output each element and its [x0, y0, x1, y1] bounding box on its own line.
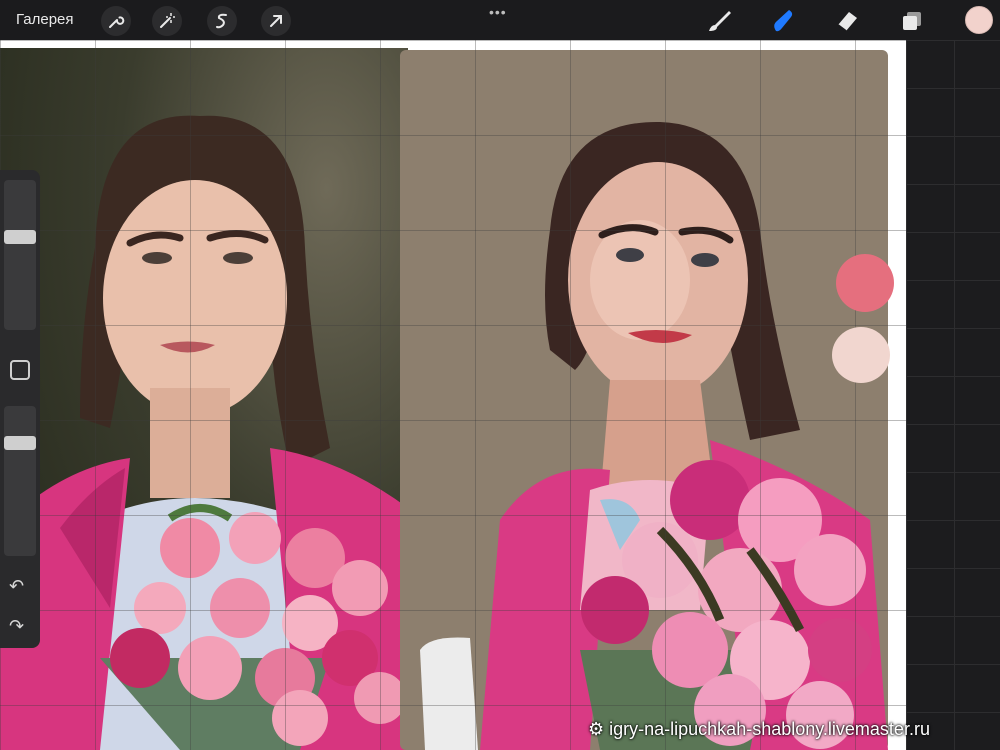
opacity-slider[interactable]	[4, 406, 36, 556]
gallery-button[interactable]: Галерея	[16, 11, 74, 28]
brush-size-thumb[interactable]	[4, 230, 36, 245]
top-toolbar: Галерея •••	[0, 0, 1000, 40]
canvas-margin	[906, 40, 1000, 750]
color-swatch-light-pink	[832, 327, 890, 383]
reference-photo	[0, 48, 408, 750]
magic-wand-icon[interactable]	[152, 6, 182, 36]
drawing-canvas[interactable]	[0, 40, 906, 750]
eraser-icon[interactable]	[831, 5, 863, 37]
painting-canvas	[400, 50, 888, 750]
left-sidebar: ↶ ↷	[0, 170, 40, 648]
current-color-swatch[interactable]	[965, 6, 993, 34]
opacity-thumb[interactable]	[4, 435, 36, 450]
layers-icon[interactable]	[896, 5, 928, 37]
modify-button[interactable]	[10, 360, 30, 380]
brush-icon[interactable]	[703, 5, 735, 37]
selection-icon[interactable]	[207, 6, 237, 36]
wrench-icon[interactable]	[101, 6, 131, 36]
undo-icon[interactable]: ↶	[9, 576, 24, 597]
watermark-gear-icon: ⚙	[588, 719, 610, 739]
redo-icon[interactable]: ↷	[9, 616, 24, 637]
brush-size-slider[interactable]	[4, 180, 36, 330]
watermark-text: ⚙ igry-na-lipuchkah-shablony.livemaster.…	[588, 719, 930, 739]
smudge-icon[interactable]	[767, 5, 799, 37]
transform-arrow-icon[interactable]	[261, 6, 291, 36]
color-swatch-pink	[836, 254, 894, 312]
more-options-icon[interactable]: •••	[489, 4, 507, 20]
